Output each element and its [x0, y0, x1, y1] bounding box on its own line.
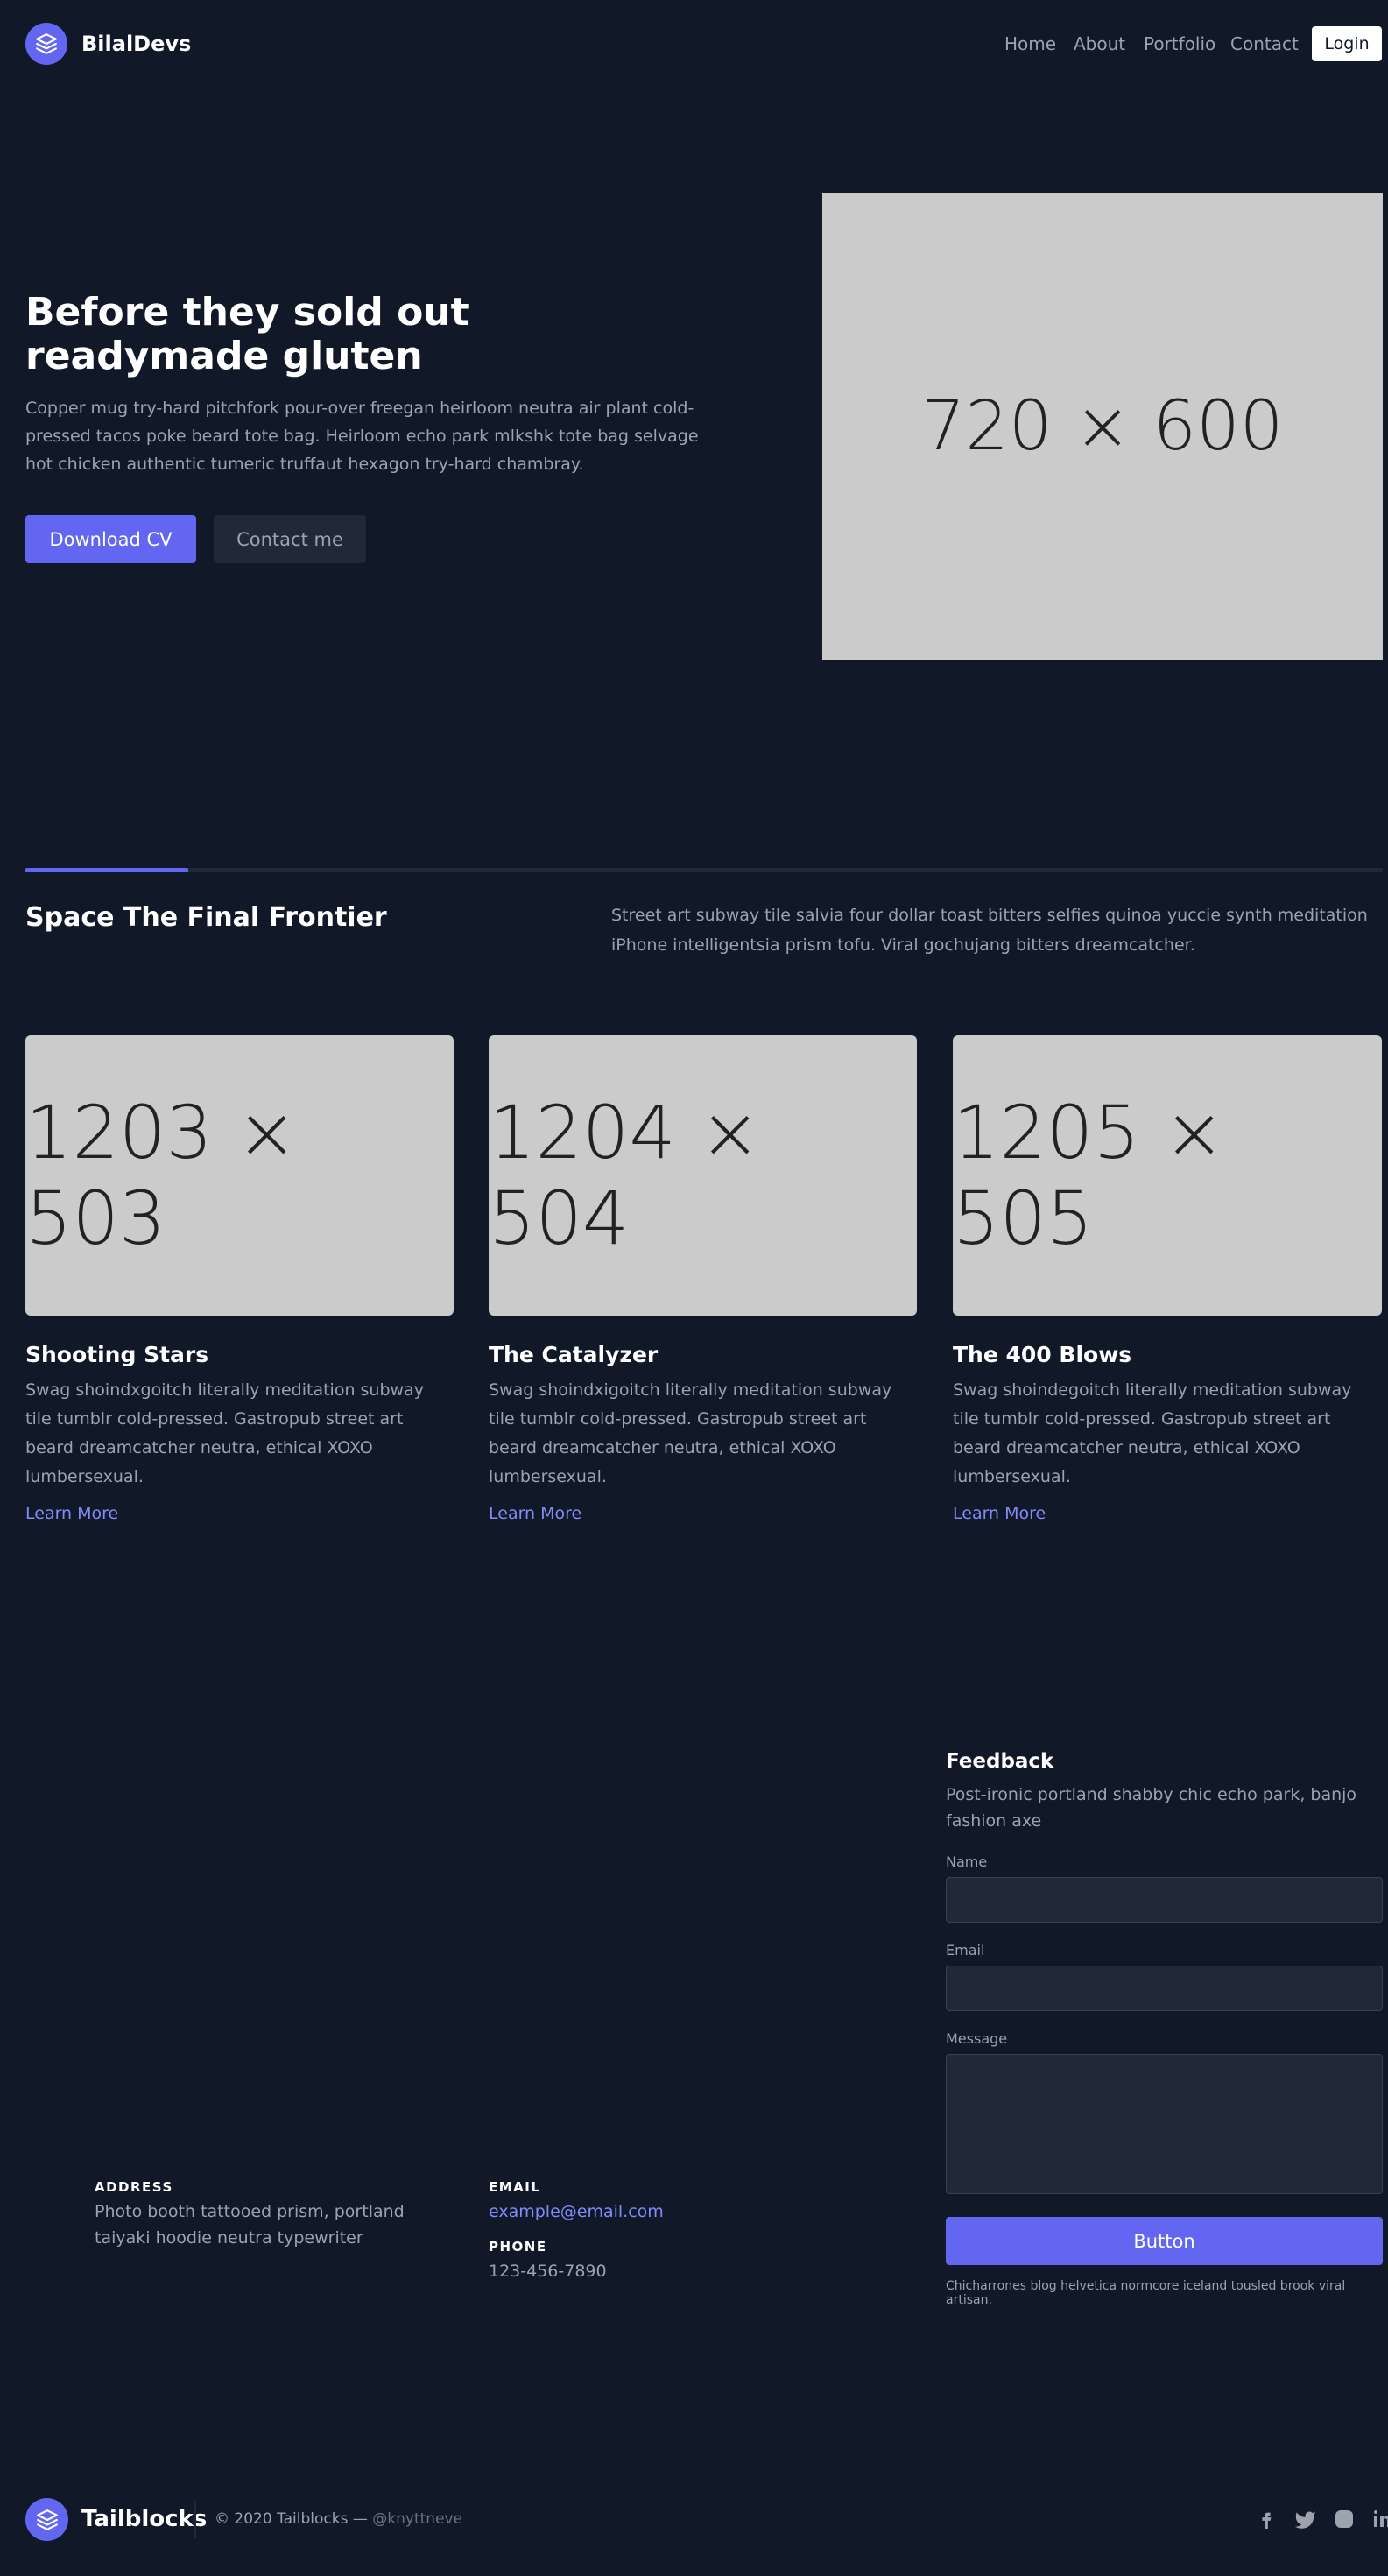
brand-logo[interactable]	[25, 23, 67, 65]
name-label: Name	[946, 1853, 988, 1870]
login-button[interactable]: Login	[1312, 26, 1382, 61]
section-progress-fill	[25, 868, 188, 872]
linkedin-icon[interactable]	[1372, 2509, 1388, 2533]
address-label: ADDRESS	[95, 2179, 173, 2195]
learn-more-link[interactable]: Learn More	[489, 1504, 917, 1523]
form-note: Chicharrones blog helvetica normcore ice…	[946, 2279, 1346, 2307]
feedback-title: Feedback	[946, 1750, 1054, 1773]
footer-brand[interactable]: Tailblocks	[81, 2506, 207, 2532]
hero-title-line1: Before they sold out	[25, 290, 469, 335]
feedback-form: Feedback Post-ironic portland shabby chi…	[946, 1750, 1383, 2307]
address-block: ADDRESS Photo booth tattooed prism, port…	[95, 2179, 410, 2251]
email-field-label: Email	[946, 1942, 985, 1958]
address-text: Photo booth tattooed prism, portland tai…	[95, 2202, 405, 2248]
nav-contact[interactable]: Contact	[1230, 33, 1299, 54]
learn-more-link[interactable]: Learn More	[953, 1504, 1382, 1523]
card-title: The 400 Blows	[953, 1342, 1132, 1367]
hero-description: Copper mug try-hard pitchfork pour-over …	[25, 399, 699, 474]
footer-copyright: © 2020 Tailblocks — @knyttneve	[215, 2510, 462, 2528]
learn-more-link[interactable]: Learn More	[25, 1504, 454, 1523]
instagram-icon[interactable]	[1334, 2509, 1355, 2533]
copyright-text: © 2020 Tailblocks —	[215, 2510, 368, 2528]
card-image: 1204 × 504	[489, 1035, 917, 1316]
social-links	[1257, 2509, 1388, 2533]
nav-portfolio[interactable]: Portfolio	[1144, 33, 1215, 54]
hero-title: Before they sold out readymade gluten	[25, 291, 726, 378]
layers-icon	[36, 33, 57, 54]
message-label: Message	[946, 2030, 1008, 2047]
contact-me-button[interactable]: Contact me	[214, 515, 366, 563]
card-title: Shooting Stars	[25, 1342, 209, 1367]
email-link[interactable]: example@email.com	[489, 2198, 751, 2225]
name-input[interactable]	[946, 1877, 1383, 1923]
card-the-catalyzer: 1204 × 504 The Catalyzer Swag shoindxigo…	[489, 1035, 917, 1523]
hero-title-line2: readymade gluten	[25, 334, 423, 378]
card-text: Swag shoindxigoitch literally meditation…	[489, 1380, 892, 1486]
nav-home[interactable]: Home	[1004, 33, 1056, 54]
card-image: 1205 × 505	[953, 1035, 1382, 1316]
submit-button[interactable]: Button	[946, 2217, 1383, 2265]
section-description: Street art subway tile salvia four dolla…	[611, 906, 1368, 955]
twitter-icon[interactable]	[1293, 2509, 1316, 2532]
card-text: Swag shoindxgoitch literally meditation …	[25, 1380, 424, 1486]
nav-about[interactable]: About	[1074, 33, 1125, 54]
download-cv-button[interactable]: Download CV	[25, 515, 196, 563]
layers-icon	[36, 2509, 58, 2530]
brand-name[interactable]: BilalDevs	[81, 32, 191, 56]
card-shooting-stars: 1203 × 503 Shooting Stars Swag shoindxgo…	[25, 1035, 454, 1523]
phone-text: 123-456-7890	[489, 2262, 607, 2281]
footer-logo[interactable]	[25, 2498, 68, 2541]
phone-label: PHONE	[489, 2239, 547, 2255]
hero-image: 720 × 600	[822, 193, 1383, 660]
card-the-400-blows: 1205 × 505 The 400 Blows Swag shoindegoi…	[953, 1035, 1382, 1523]
email-input[interactable]	[946, 1966, 1383, 2011]
footer-handle-link[interactable]: @knyttneve	[372, 2510, 462, 2528]
email-label: EMAIL	[489, 2179, 541, 2195]
email-block: EMAIL example@email.com PHONE 123-456-78…	[489, 2179, 751, 2284]
card-text: Swag shoindegoitch literally meditation …	[953, 1380, 1352, 1486]
card-image: 1203 × 503	[25, 1035, 454, 1316]
section-title: Space The Final Frontier	[25, 902, 387, 933]
message-textarea[interactable]	[946, 2054, 1383, 2194]
section-progress-track	[25, 868, 1383, 872]
card-title: The Catalyzer	[489, 1342, 659, 1367]
footer-divider	[194, 2501, 196, 2538]
facebook-icon[interactable]	[1257, 2509, 1276, 2532]
feedback-description: Post-ironic portland shabby chic echo pa…	[946, 1785, 1357, 1831]
